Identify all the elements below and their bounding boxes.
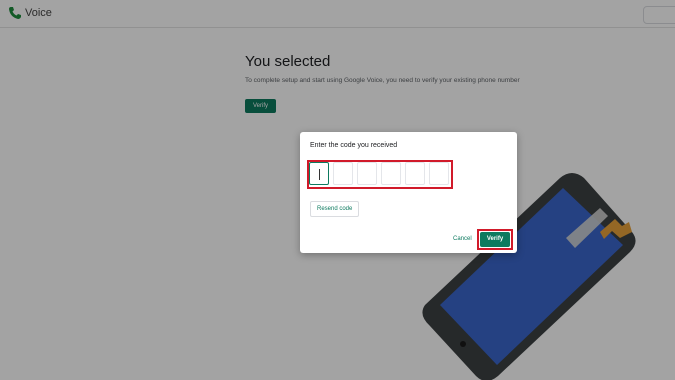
code-digit-4[interactable] [381,162,401,185]
dialog-title: Enter the code you received [310,142,398,149]
cancel-button[interactable]: Cancel [453,236,472,242]
verify-button[interactable]: Verify [480,232,510,247]
verification-dialog: Enter the code you received Resend code … [300,132,517,253]
text-caret [319,169,320,180]
code-digit-5[interactable] [405,162,425,185]
code-input-row [309,162,449,185]
code-digit-2[interactable] [333,162,353,185]
code-digit-3[interactable] [357,162,377,185]
resend-code-button[interactable]: Resend code [310,201,360,217]
code-digit-1[interactable] [309,162,329,185]
code-digit-6[interactable] [429,162,449,185]
